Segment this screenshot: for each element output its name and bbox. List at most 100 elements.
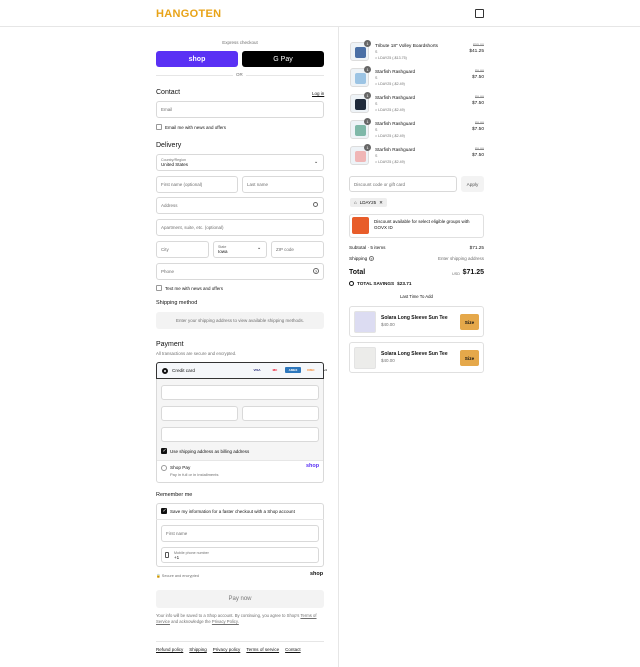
- card-brand-icons: VISA MC AMEX DISC +4: [249, 367, 329, 373]
- terms-of-service-footer-link[interactable]: Terms of service: [246, 647, 279, 652]
- visa-icon: VISA: [253, 368, 261, 372]
- product-name: Starfish Rashguard: [375, 95, 416, 100]
- original-price: $9.99: [475, 95, 484, 99]
- shop-pay-radio[interactable]: [161, 465, 167, 471]
- shipping-label: Shipping: [349, 256, 368, 261]
- name-on-card-field[interactable]: [161, 427, 319, 442]
- billing-same-option[interactable]: Use shipping address as billing address: [161, 448, 249, 454]
- cart-item: 1 Starfish Rashguard S ⌂ LDAY25 (-$2.49) $9.…: [350, 118, 484, 142]
- upsell-price: $40.00: [381, 358, 395, 363]
- store-logo[interactable]: HANGOTEN: [156, 8, 221, 20]
- phone-field[interactable]: Phone: [156, 263, 324, 280]
- secure-note: 🔒 Secure and encrypted: [156, 574, 199, 578]
- shop-pay-express-button[interactable]: shop: [156, 51, 238, 67]
- product-discount: ⌂ LDAY25 (-$2.49): [375, 160, 405, 164]
- total-label: Total: [349, 269, 366, 276]
- mobile-phone-field[interactable]: Mobile phone number +1: [161, 547, 319, 563]
- save-info-checkbox[interactable]: [161, 508, 167, 514]
- product-name: Starfish Rashguard: [375, 69, 416, 74]
- zip-field[interactable]: ZIP code: [271, 241, 324, 258]
- sale-price: $7.50: [471, 153, 484, 158]
- newsletter-checkbox[interactable]: [156, 124, 162, 130]
- product-discount-label: LDAY25 (-$13.75): [378, 56, 407, 60]
- product-variant: S: [375, 76, 378, 80]
- size-button[interactable]: Size: [460, 350, 479, 366]
- credit-card-radio[interactable]: [162, 367, 168, 374]
- cart-item: 1 Starfish Rashguard S ⌂ LDAY25 (-$2.49) $9.…: [350, 92, 484, 116]
- remove-code-icon[interactable]: ✕: [379, 200, 383, 206]
- sale-price: $41.25: [469, 49, 484, 54]
- discount-code-field[interactable]: Discount code or gift card: [349, 176, 457, 192]
- original-price: $55.00: [473, 43, 484, 47]
- text-me-option[interactable]: Text me with news and offers: [156, 285, 223, 291]
- apartment-field[interactable]: Apartment, suite, etc. (optional): [156, 219, 324, 236]
- shop-pay-subtitle: Pay in full or in installments: [170, 472, 219, 477]
- security-code-field[interactable]: [242, 406, 319, 421]
- billing-same-checkbox[interactable]: [161, 448, 167, 454]
- product-discount: ⌂ LDAY25 (-$13.75): [375, 56, 407, 60]
- refund-policy-link[interactable]: Refund policy: [156, 647, 183, 652]
- total-value: $71.25: [462, 269, 484, 276]
- text-me-checkbox[interactable]: [156, 285, 162, 291]
- cart-item: 1 Tribute 18" Volley Boardshorts S ⌂ LDAY25…: [350, 40, 484, 64]
- subtotal-label: Subtotal · 5 items: [349, 245, 386, 250]
- privacy-policy-footer-link[interactable]: Privacy policy: [213, 647, 241, 652]
- contact-title: Contact: [156, 89, 181, 96]
- upsell-card: Solara Long Sleeve Sun Tee $40.00 Size: [349, 306, 484, 337]
- chevron-down-icon: ⌄: [314, 159, 319, 165]
- contact-link[interactable]: Contact: [285, 647, 301, 652]
- first-name-field[interactable]: First name (optional): [156, 176, 238, 193]
- apply-button[interactable]: Apply: [461, 176, 484, 192]
- discover-icon: DISC: [307, 368, 315, 372]
- info-icon[interactable]: ?: [369, 256, 374, 261]
- address-field[interactable]: Address: [156, 197, 324, 214]
- amex-icon: AMEX: [285, 367, 301, 373]
- bag-icon[interactable]: [475, 9, 484, 18]
- last-name-field[interactable]: Last name: [242, 176, 324, 193]
- upsell-price: $40.00: [381, 322, 395, 327]
- google-pay-button[interactable]: G Pay: [242, 51, 324, 67]
- help-icon[interactable]: ?: [313, 268, 319, 274]
- card-number-field[interactable]: [161, 385, 319, 400]
- upsell-name: Solara Long Sleeve Sun Tee: [381, 315, 448, 321]
- product-thumbnail: 1: [350, 40, 371, 61]
- search-icon: [313, 202, 318, 207]
- shipping-policy-link[interactable]: Shipping: [189, 647, 207, 652]
- newsletter-option[interactable]: Email me with news and offers: [156, 124, 226, 130]
- cart-item: 1 Starfish Rashguard S ⌂ LDAY25 (-$2.49) $9.…: [350, 66, 484, 90]
- secure-note-label: Secure and encrypted: [161, 574, 199, 578]
- govx-icon: [352, 217, 369, 234]
- login-link[interactable]: Log in: [312, 91, 324, 96]
- upsell-thumbnail: [354, 347, 376, 369]
- shop-pay-logo: shop: [306, 463, 320, 469]
- quantity-badge: 1: [364, 40, 371, 47]
- original-price: $9.99: [475, 121, 484, 125]
- legal-text-main: Your info will be saved to a Shop accoun…: [156, 613, 300, 618]
- applied-discount-tag: ⌂ LDAY25 ✕: [350, 198, 387, 207]
- country-select[interactable]: Country/Region United States: [156, 154, 324, 171]
- product-discount: ⌂ LDAY25 (-$2.49): [375, 134, 405, 138]
- remember-first-name-field[interactable]: First name: [161, 525, 319, 542]
- product-variant: S: [375, 128, 378, 132]
- quantity-badge: 1: [364, 144, 371, 151]
- privacy-policy-link[interactable]: Privacy Policy.: [212, 619, 239, 624]
- product-image: [355, 151, 366, 162]
- shop-pay-label[interactable]: Shop Pay: [170, 465, 190, 470]
- email-field[interactable]: Email: [156, 101, 324, 118]
- sale-price: $7.50: [471, 75, 484, 80]
- upsell-card: Solara Long Sleeve Sun Tee $40.00 Size: [349, 342, 484, 373]
- tag-icon: ⌂: [354, 200, 357, 205]
- savings-value: $23.71: [397, 281, 412, 286]
- save-info-option[interactable]: Save my information for a faster checkou…: [161, 508, 295, 514]
- pay-now-button[interactable]: Pay now: [156, 590, 324, 608]
- legal-text-and: and acknowledge the: [171, 619, 211, 624]
- city-field[interactable]: City: [156, 241, 209, 258]
- mastercard-icon: MC: [272, 368, 278, 372]
- original-price: $9.99: [475, 147, 484, 151]
- size-button[interactable]: Size: [460, 314, 479, 330]
- product-image: [355, 99, 366, 110]
- expiry-field[interactable]: [161, 406, 238, 421]
- shop-logo: shop: [310, 571, 324, 577]
- sale-price: $7.50: [471, 127, 484, 132]
- header: HANGOTEN: [0, 0, 640, 27]
